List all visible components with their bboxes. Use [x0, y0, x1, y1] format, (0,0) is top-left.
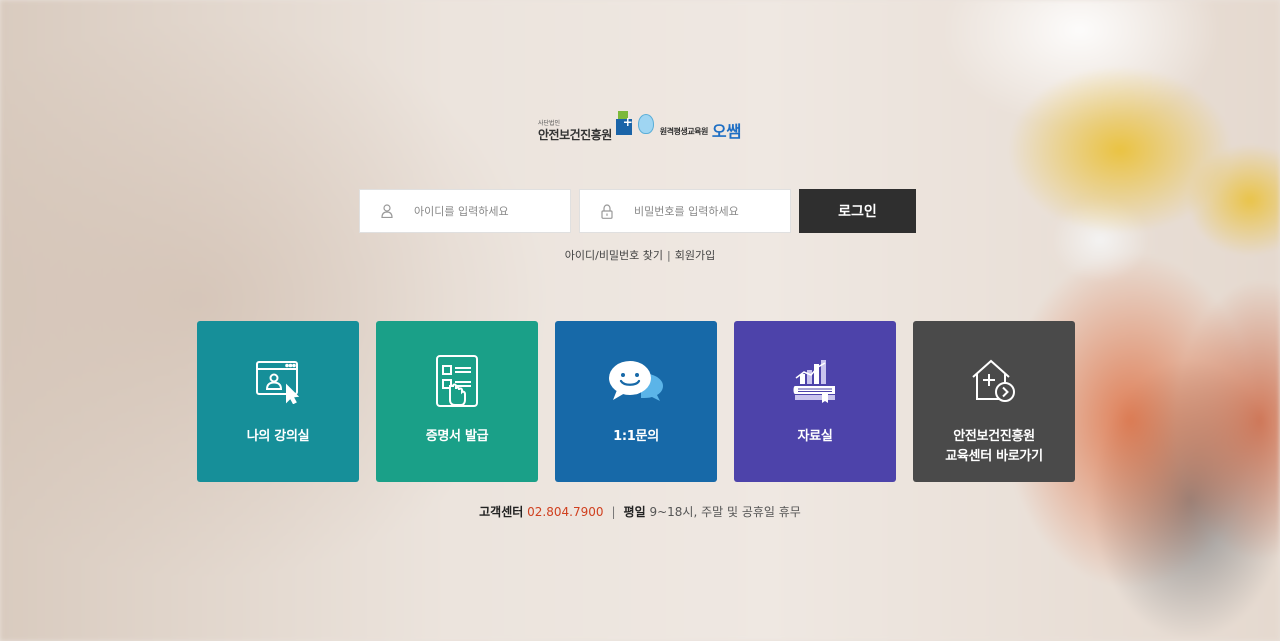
- home-link-icon: [969, 353, 1019, 409]
- lock-icon: [580, 203, 634, 219]
- footer-separator: |: [611, 505, 616, 519]
- logo-sub-name: 원격평생교육원: [659, 127, 709, 136]
- tile-education-center[interactable]: 안전보건진흥원 교육센터 바로가기: [913, 321, 1075, 482]
- id-field[interactable]: [359, 189, 571, 233]
- signup-link[interactable]: 회원가입: [675, 249, 715, 262]
- password-input[interactable]: [634, 204, 784, 218]
- customer-center-phone: 02.804.7900: [527, 505, 604, 519]
- tile-label: 1:1문의: [613, 429, 659, 444]
- tile-inquiry[interactable]: 1:1문의: [555, 321, 717, 482]
- classroom-icon: [254, 353, 302, 409]
- password-field[interactable]: [579, 189, 791, 233]
- site-logo[interactable]: 사단법인 안전보건진흥원 + 원격평생교육원 오쌤: [538, 107, 742, 141]
- tile-label: 안전보건진흥원 교육센터 바로가기: [913, 427, 1075, 467]
- find-account-link[interactable]: 아이디/비밀번호 찾기: [565, 249, 663, 262]
- hours-label: 평일: [623, 505, 646, 519]
- customer-center-info: 고객센터 02.804.7900 | 평일 9~18시, 주말 및 공휴일 휴무: [0, 503, 1280, 520]
- logo-org-name: 안전보건진흥원: [538, 128, 612, 142]
- tile-label-line2: 교육센터 바로가기: [945, 449, 1043, 464]
- library-icon: [792, 353, 838, 409]
- logo-mark-icon: +: [614, 111, 658, 141]
- id-input[interactable]: [414, 204, 564, 218]
- tile-label: 자료실: [797, 429, 833, 444]
- tile-library[interactable]: 자료실: [734, 321, 896, 482]
- certificate-icon: [435, 353, 479, 409]
- tile-label: 나의 강의실: [246, 429, 310, 444]
- user-icon: [360, 204, 414, 218]
- logo-org-small: 사단법인: [538, 120, 561, 127]
- login-button[interactable]: 로그인: [799, 189, 916, 233]
- chat-icon: [607, 353, 665, 409]
- tile-my-classroom[interactable]: 나의 강의실: [197, 321, 359, 482]
- login-links: 아이디/비밀번호 찾기 | 회원가입: [0, 247, 1280, 263]
- link-separator: |: [667, 249, 671, 262]
- logo-brand: 오쌤: [711, 122, 742, 141]
- tile-label-line1: 안전보건진흥원: [953, 429, 1035, 444]
- tile-certificate[interactable]: 증명서 발급: [376, 321, 538, 482]
- hours-text: 9~18시, 주말 및 공휴일 휴무: [649, 505, 801, 519]
- logo-org: 사단법인 안전보건진흥원: [538, 120, 612, 142]
- tile-label: 증명서 발급: [425, 429, 489, 444]
- customer-center-label: 고객센터: [479, 505, 524, 519]
